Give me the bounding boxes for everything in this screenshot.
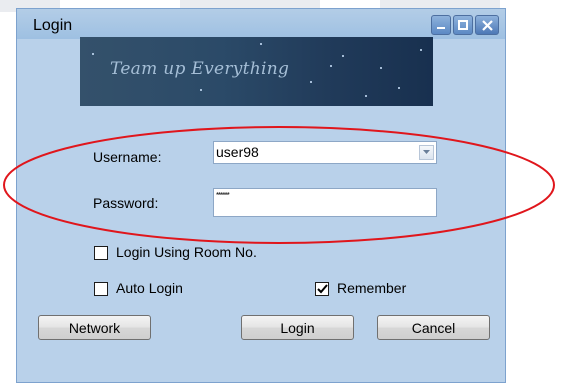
network-button[interactable]: Network — [38, 315, 151, 340]
room-checkbox-label[interactable]: Login Using Room No. — [116, 244, 257, 260]
minimize-icon[interactable] — [431, 15, 451, 35]
title-bar[interactable]: Login — [17, 9, 505, 39]
username-label: Username: — [93, 149, 162, 165]
remember-label[interactable]: Remember — [337, 280, 406, 296]
cancel-button[interactable]: Cancel — [377, 315, 490, 340]
window-title: Login — [33, 17, 73, 34]
maximize-icon[interactable] — [453, 15, 473, 35]
room-checkbox[interactable] — [94, 246, 108, 260]
username-value: user98 — [216, 144, 259, 160]
close-icon[interactable] — [475, 15, 499, 35]
login-button[interactable]: Login — [241, 315, 354, 340]
checkmark-icon — [316, 284, 328, 294]
banner-text: Team up Everything — [110, 59, 290, 79]
remember-checkbox[interactable] — [315, 282, 329, 296]
username-input[interactable]: user98 — [213, 141, 437, 164]
window-controls — [431, 15, 499, 35]
password-mask: ****** — [216, 191, 230, 200]
login-dialog: Login Team up Everything Username: user9… — [16, 8, 506, 383]
password-label: Password: — [93, 195, 159, 211]
auto-login-label[interactable]: Auto Login — [116, 280, 183, 296]
banner: Team up Everything — [80, 37, 433, 106]
auto-login-checkbox[interactable] — [94, 282, 108, 296]
chevron-down-icon[interactable] — [419, 145, 434, 160]
password-input[interactable]: ****** — [213, 188, 437, 217]
